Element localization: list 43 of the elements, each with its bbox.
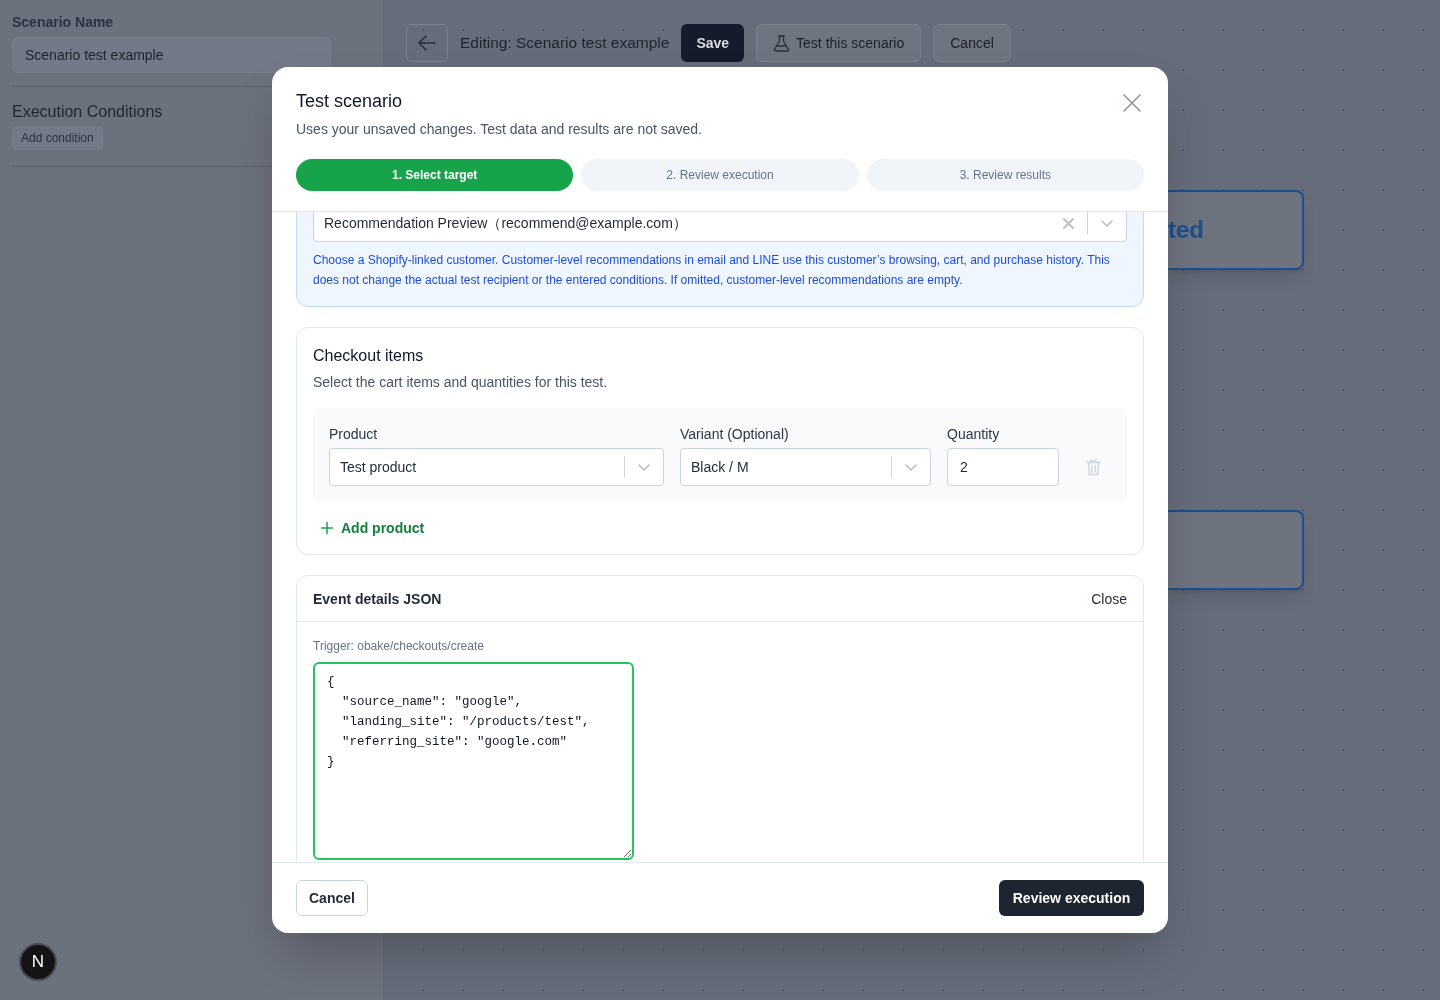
add-product-button[interactable]: Add product: [313, 518, 425, 538]
cancel-button[interactable]: Cancel: [296, 880, 368, 916]
cancel-button[interactable]: Cancel: [933, 24, 1011, 62]
step-tab[interactable]: 3. Review results: [866, 159, 1144, 191]
select-value: Test product: [339, 458, 418, 477]
back-arrow-icon: [417, 33, 437, 53]
node-label: ted: [1168, 218, 1204, 242]
field-label: Scenario Name: [12, 13, 115, 31]
variant-select[interactable]: Black / M: [680, 448, 931, 486]
back-button[interactable]: [406, 24, 448, 62]
trash-icon[interactable]: [1085, 458, 1101, 476]
customer-select[interactable]: Recommendation Preview（recommend@example.com）: [313, 212, 1127, 242]
field-label: Product: [329, 425, 379, 444]
field-label: Quantity: [947, 425, 1001, 444]
help-text: Choose a Shopify-linked customer. Customer-level recommendations in email and LINE use this customer’s browsing, cart, and purchase history. This does not change the actual test recipient or the entered conditions. If omitted, customer-level recommendations are empty.: [313, 252, 1111, 289]
close-section-button[interactable]: Close: [1091, 588, 1127, 609]
save-button[interactable]: Save: [681, 24, 745, 62]
product-select[interactable]: Test product: [329, 448, 664, 486]
quantity-input[interactable]: 2: [947, 448, 1059, 486]
flow-node[interactable]: [1168, 510, 1304, 590]
chevron-down-icon[interactable]: [1101, 219, 1113, 227]
editor-title: Editing: Scenario test example: [460, 33, 670, 54]
field-label: Variant (Optional): [680, 425, 790, 444]
card-title: Checkout items: [313, 346, 425, 366]
plus-icon: [321, 522, 333, 534]
select-value: Recommendation Preview（recommend@example.com）: [323, 214, 688, 233]
card-subtitle: Select the cart items and quantities for this test.: [313, 373, 609, 392]
section-title: Execution Conditions: [12, 102, 164, 122]
clear-icon[interactable]: [1063, 217, 1074, 229]
chevron-down-icon[interactable]: [905, 463, 917, 471]
step-tab[interactable]: 2. Review execution: [581, 159, 859, 191]
dialog-subtitle: Uses your unsaved changes. Test data and results are not saved.: [296, 120, 703, 139]
close-icon[interactable]: [1123, 94, 1141, 112]
select-value: Black / M: [690, 458, 750, 477]
scenario-name-input[interactable]: Scenario test example: [12, 37, 331, 73]
test-scenario-button[interactable]: Test this scenario: [756, 24, 922, 62]
dialog-title: Test scenario: [296, 90, 403, 113]
chevron-down-icon[interactable]: [638, 463, 650, 471]
card-title: Event details JSON: [313, 589, 442, 609]
trigger-text: Trigger: obake/checkouts/create: [313, 638, 485, 654]
flask-icon: [773, 34, 791, 52]
json-editor[interactable]: { "source_name": "google", "landing_site": "/products/test", "referring_site": "google.com" }: [313, 662, 634, 860]
review-execution-button[interactable]: Review execution: [999, 880, 1144, 916]
